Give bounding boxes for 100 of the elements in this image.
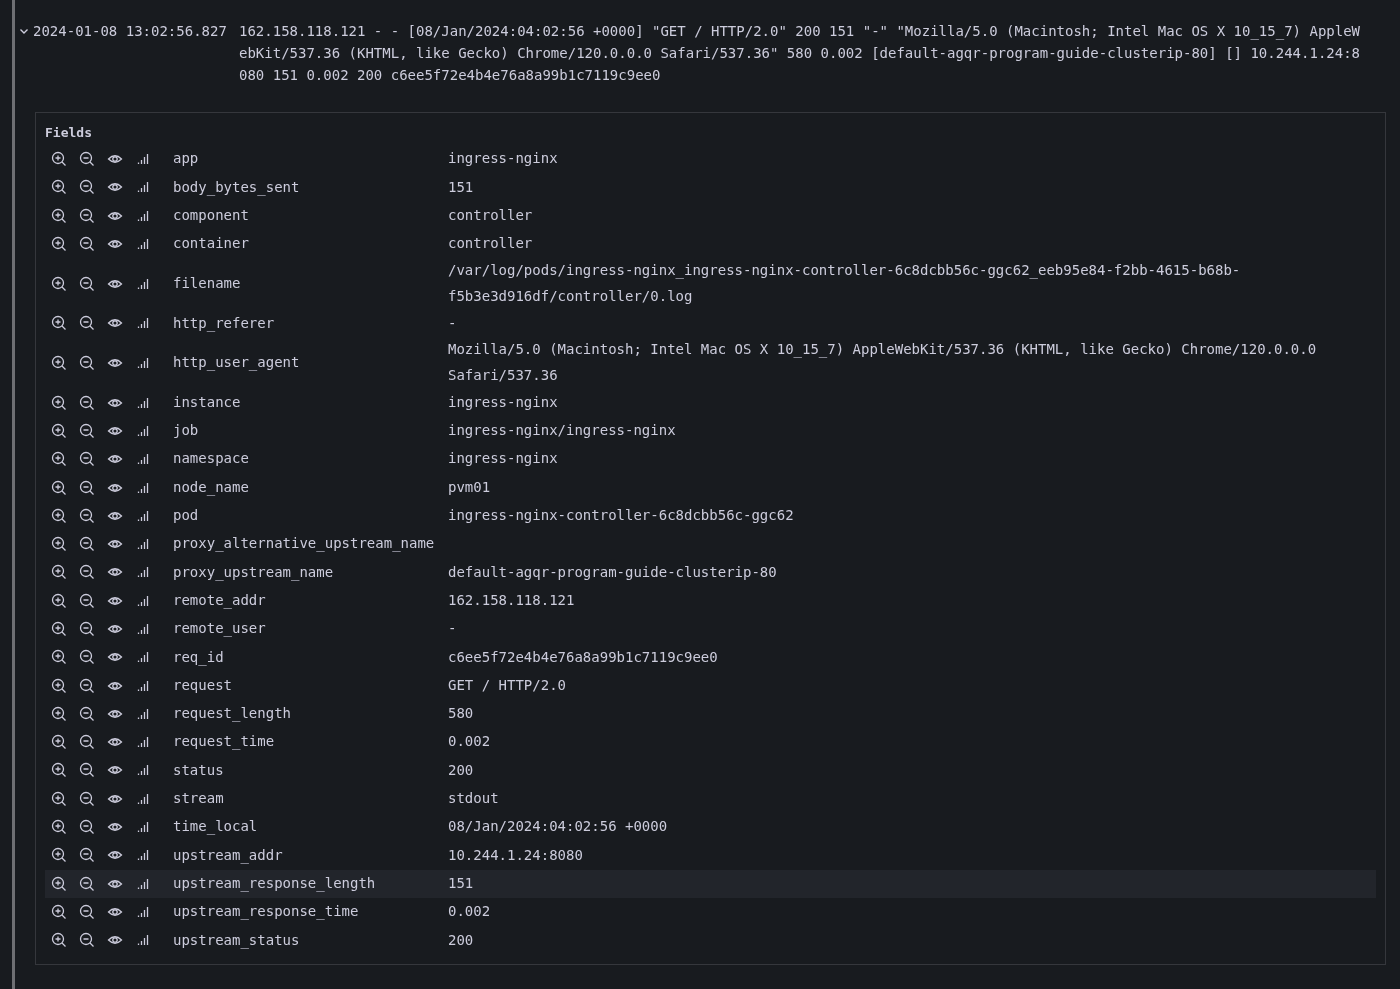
- zoom-out-icon[interactable]: [79, 875, 95, 892]
- field-value: ingress-nginx-controller-6c8dcbb56c-ggc62: [448, 506, 795, 526]
- zoom-in-icon[interactable]: [51, 592, 67, 609]
- zoom-in-icon[interactable]: [51, 536, 67, 553]
- field-value: GET / HTTP/2.0: [448, 675, 567, 695]
- zoom-out-icon[interactable]: [79, 564, 95, 581]
- field-key: body_bytes_sent: [173, 174, 448, 201]
- zoom-in-icon[interactable]: [51, 819, 67, 836]
- field-value: ingress-nginx: [448, 149, 559, 169]
- zoom-out-icon[interactable]: [79, 355, 95, 371]
- field-key: http_user_agent: [173, 350, 448, 376]
- zoom-in-icon[interactable]: [51, 790, 67, 807]
- zoom-out-icon[interactable]: [79, 422, 95, 439]
- chevron-down-icon[interactable]: [19, 26, 29, 36]
- zoom-in-icon[interactable]: [51, 394, 67, 411]
- field-key: upstream_status: [173, 927, 448, 953]
- field-key: app: [173, 146, 448, 172]
- zoom-in-icon[interactable]: [51, 151, 67, 168]
- zoom-in-icon[interactable]: [51, 315, 67, 332]
- zoom-out-icon[interactable]: [79, 705, 95, 722]
- zoom-in-icon[interactable]: [51, 847, 67, 864]
- zoom-in-icon[interactable]: [51, 564, 67, 581]
- zoom-out-icon[interactable]: [79, 677, 95, 694]
- field-key: job: [173, 418, 448, 444]
- zoom-in-icon[interactable]: [51, 903, 67, 920]
- zoom-in-icon[interactable]: [51, 179, 67, 196]
- zoom-out-icon[interactable]: [79, 903, 95, 920]
- zoom-in-icon[interactable]: [51, 734, 67, 751]
- zoom-out-icon[interactable]: [79, 536, 95, 553]
- field-value: -: [448, 313, 458, 333]
- zoom-in-icon[interactable]: [51, 621, 67, 637]
- zoom-in-icon[interactable]: [51, 207, 67, 224]
- zoom-in-icon[interactable]: [51, 705, 67, 722]
- field-key: req_id: [173, 644, 448, 671]
- field-key: filename: [173, 270, 448, 297]
- field-value: default-agqr-program-guide-clusterip-80: [448, 562, 778, 582]
- zoom-out-icon[interactable]: [79, 479, 95, 496]
- zoom-out-icon[interactable]: [79, 819, 95, 836]
- signal-bars-icon[interactable]: [135, 621, 151, 637]
- field-key: node_name: [173, 474, 448, 501]
- zoom-out-icon[interactable]: [79, 592, 95, 609]
- zoom-out-icon[interactable]: [79, 451, 95, 468]
- field-value: -: [448, 619, 458, 639]
- field-key: upstream_response_time: [173, 899, 448, 925]
- zoom-in-icon[interactable]: [51, 762, 67, 779]
- field-key: request_time: [173, 729, 448, 755]
- field-value: 200: [448, 760, 475, 780]
- zoom-out-icon[interactable]: [79, 275, 95, 292]
- zoom-in-icon[interactable]: [51, 932, 67, 949]
- field-value: /var/log/pods/ingress-nginx_ingress-nginx-controller-6c8dcbb56c-ggc62_eeb95e84-f2bb-4615-b68b-f5b3e3d916df/controller/0.log: [448, 261, 1242, 306]
- field-value: 151: [448, 873, 475, 893]
- field-value: 0.002: [448, 732, 492, 752]
- signal-bars-icon[interactable]: [135, 355, 151, 371]
- field-value: ingress-nginx/ingress-nginx: [448, 421, 677, 441]
- field-key: upstream_response_length: [173, 870, 448, 897]
- zoom-out-icon[interactable]: [79, 847, 95, 864]
- field-key: request_length: [173, 701, 448, 727]
- zoom-out-icon[interactable]: [79, 236, 95, 253]
- field-key: pod: [173, 503, 448, 529]
- field-value: 200: [448, 930, 475, 950]
- zoom-out-icon[interactable]: [79, 649, 95, 666]
- zoom-out-icon[interactable]: [79, 207, 95, 224]
- field-key: namespace: [173, 446, 448, 472]
- field-value: c6ee5f72e4b4e76a8a99b1c7119c9ee0: [448, 647, 719, 667]
- zoom-out-icon[interactable]: [79, 734, 95, 751]
- zoom-in-icon[interactable]: [51, 275, 67, 292]
- field-key: upstream_addr: [173, 842, 448, 869]
- zoom-in-icon[interactable]: [51, 875, 67, 892]
- zoom-out-icon[interactable]: [79, 394, 95, 411]
- zoom-out-icon[interactable]: [79, 151, 95, 168]
- zoom-out-icon[interactable]: [79, 762, 95, 779]
- zoom-in-icon[interactable]: [51, 236, 67, 253]
- zoom-in-icon[interactable]: [51, 422, 67, 439]
- zoom-in-icon[interactable]: [51, 507, 67, 524]
- field-value: 151: [448, 177, 475, 197]
- field-value: 580: [448, 704, 475, 724]
- field-key: status: [173, 757, 448, 784]
- field-value: ingress-nginx: [448, 392, 559, 412]
- zoom-in-icon[interactable]: [51, 479, 67, 496]
- zoom-out-icon[interactable]: [79, 621, 95, 637]
- zoom-in-icon[interactable]: [51, 649, 67, 666]
- field-key: request: [173, 672, 448, 699]
- field-key: http_referer: [173, 310, 448, 337]
- field-value: ingress-nginx: [448, 449, 559, 469]
- zoom-out-icon[interactable]: [79, 932, 95, 949]
- field-value: controller: [448, 206, 534, 225]
- field-key: remote_addr: [173, 587, 448, 614]
- zoom-in-icon[interactable]: [51, 355, 67, 371]
- field-key: stream: [173, 786, 448, 812]
- field-value: 10.244.1.24:8080: [448, 845, 584, 865]
- field-value: 08/Jan/2024:04:02:56 +0000: [448, 817, 669, 837]
- field-key: remote_user: [173, 616, 448, 642]
- zoom-out-icon[interactable]: [79, 790, 95, 807]
- zoom-in-icon[interactable]: [51, 677, 67, 694]
- zoom-out-icon[interactable]: [79, 179, 95, 196]
- log-timestamp: 2024-01-08 13:02:56.827: [33, 22, 228, 41]
- zoom-out-icon[interactable]: [79, 507, 95, 524]
- zoom-out-icon[interactable]: [79, 315, 95, 332]
- field-value: controller: [448, 234, 534, 254]
- zoom-in-icon[interactable]: [51, 451, 67, 468]
